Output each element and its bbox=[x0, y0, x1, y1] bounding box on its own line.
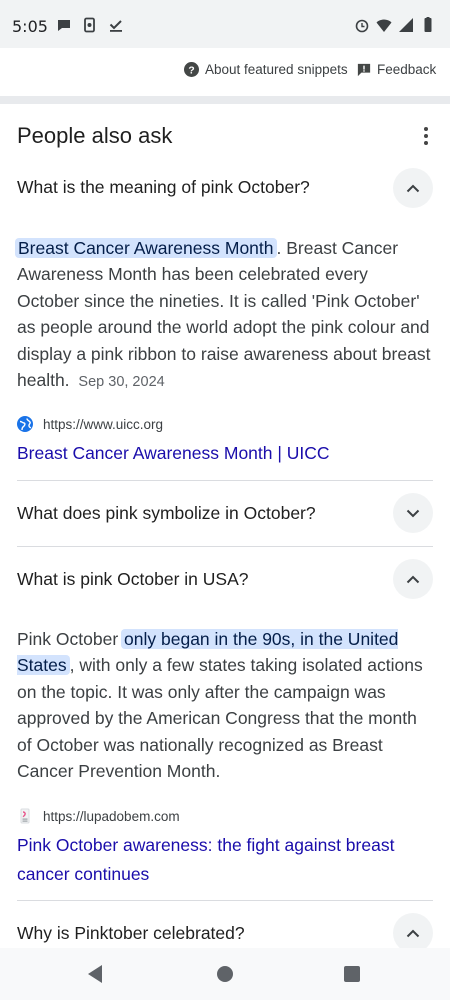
recents-square-icon[interactable] bbox=[344, 966, 360, 982]
chevron-up-icon bbox=[406, 575, 420, 583]
feedback-icon bbox=[357, 63, 371, 76]
source-url: https://www.uicc.org bbox=[43, 416, 164, 432]
source-url: https://lupadobem.com bbox=[43, 808, 180, 824]
paa-question-2[interactable]: What does pink symbolize in October? bbox=[0, 481, 450, 547]
collapse-button[interactable] bbox=[393, 559, 433, 599]
question-text: What is the meaning of pink October? bbox=[17, 177, 310, 197]
site-favicon-icon bbox=[20, 808, 30, 824]
svg-text:?: ? bbox=[188, 65, 194, 76]
answer-body: . Breast Cancer Awareness Month has been… bbox=[17, 238, 431, 391]
answer-text: Pink October only began in the 90s, in t… bbox=[17, 626, 432, 784]
snippet-footer: ? About featured snippets Feedback bbox=[0, 48, 450, 96]
feedback-link[interactable]: Feedback bbox=[357, 62, 436, 77]
status-system-icons bbox=[354, 17, 436, 33]
status-time: 5:05 bbox=[12, 17, 48, 36]
cell-signal-icon bbox=[399, 18, 413, 32]
more-dot-icon bbox=[424, 127, 428, 131]
source-site[interactable]: https://www.uicc.org bbox=[17, 416, 163, 432]
question-text: What does pink symbolize in October? bbox=[17, 503, 316, 523]
battery-icon bbox=[424, 17, 432, 32]
globe-icon bbox=[17, 416, 33, 432]
help-circle-icon: ? bbox=[184, 62, 199, 77]
chevron-up-icon bbox=[406, 929, 420, 937]
back-triangle-icon[interactable] bbox=[86, 964, 104, 984]
answer-text: Breast Cancer Awareness Month. Breast Ca… bbox=[15, 235, 432, 395]
more-dot-icon bbox=[424, 134, 428, 138]
chevron-up-icon bbox=[406, 184, 420, 192]
status-notification-icons bbox=[56, 17, 124, 33]
source-link[interactable]: Pink October awareness: the fight agains… bbox=[17, 831, 432, 889]
chat-bubble-icon bbox=[58, 20, 70, 31]
status-bar: 5:05 bbox=[0, 0, 450, 48]
feedback-label: Feedback bbox=[377, 62, 437, 77]
alarm-icon bbox=[355, 19, 369, 33]
about-featured-snippets-label: About featured snippets bbox=[205, 62, 348, 77]
answer-lead: Pink October bbox=[17, 629, 124, 649]
wifi-icon bbox=[376, 19, 392, 32]
source-link[interactable]: Breast Cancer Awareness Month | UICC bbox=[17, 439, 432, 468]
answer-highlight: Breast Cancer Awareness Month bbox=[15, 238, 277, 258]
home-circle-icon[interactable] bbox=[217, 966, 233, 982]
paa-question-3[interactable]: What is pink October in USA? bbox=[0, 547, 450, 613]
collapse-button[interactable] bbox=[393, 913, 433, 953]
expand-button[interactable] bbox=[393, 493, 433, 533]
answer-date: Sep 30, 2024 bbox=[78, 374, 165, 391]
source-site[interactable]: https://lupadobem.com bbox=[17, 808, 180, 824]
more-dot-icon bbox=[424, 141, 428, 145]
checkmark-download-icon bbox=[109, 20, 122, 32]
about-featured-snippets-link[interactable]: ? About featured snippets bbox=[184, 62, 348, 77]
answer-body: , with only a few states taking isolated… bbox=[17, 655, 423, 782]
phone-sync-icon bbox=[84, 17, 95, 33]
more-options-button[interactable] bbox=[416, 124, 436, 148]
paa-question-1[interactable]: What is the meaning of pink October? bbox=[0, 155, 450, 221]
question-text: Why is Pinktober celebrated? bbox=[17, 923, 245, 943]
navigation-bar bbox=[0, 948, 450, 1000]
section-divider bbox=[0, 96, 450, 104]
collapse-button[interactable] bbox=[393, 168, 433, 208]
question-text: What is pink October in USA? bbox=[17, 569, 249, 589]
chevron-down-icon bbox=[406, 509, 420, 517]
people-also-ask-title: People also ask bbox=[17, 123, 173, 148]
